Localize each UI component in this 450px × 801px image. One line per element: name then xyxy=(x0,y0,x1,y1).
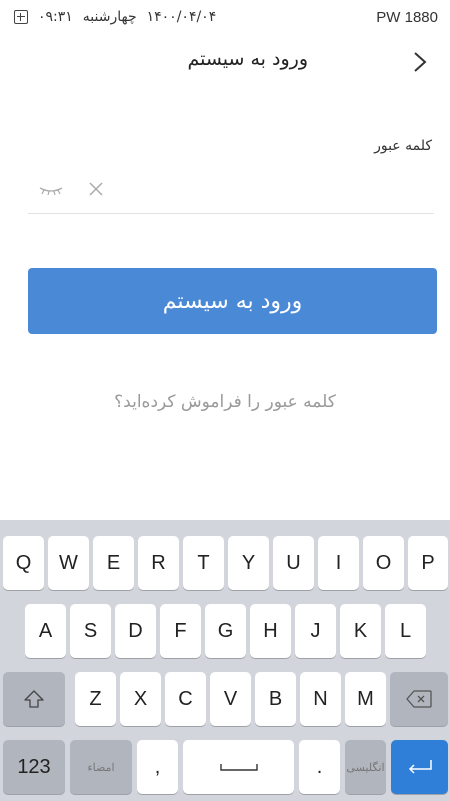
comma-key[interactable]: , xyxy=(137,740,178,794)
status-bar: ۰۹:۳۱ چهارشنبه ۱۴۰۰/۰۴/۰۴ PW 1880 xyxy=(0,0,450,32)
status-date: ۱۴۰۰/۰۴/۰۴ xyxy=(146,9,217,25)
space-key[interactable] xyxy=(183,740,294,794)
key-a[interactable]: A xyxy=(25,604,66,658)
space-icon xyxy=(219,764,258,771)
key-s[interactable]: S xyxy=(70,604,111,658)
forgot-password-link[interactable]: کلمه عبور را فراموش کرده‌اید؟ xyxy=(0,392,450,412)
key-b[interactable]: B xyxy=(255,672,296,726)
backspace-icon xyxy=(406,690,432,708)
keyboard-row-2: A S D F G H J K L xyxy=(0,604,450,658)
language-key-label: انگلیسی xyxy=(346,761,385,774)
key-n[interactable]: N xyxy=(300,672,341,726)
language-key[interactable]: انگلیسی xyxy=(345,740,386,794)
sim-card-icon xyxy=(14,10,28,24)
key-z[interactable]: Z xyxy=(75,672,116,726)
key-f[interactable]: F xyxy=(160,604,201,658)
shift-key[interactable] xyxy=(3,672,65,726)
toggle-visibility-icon[interactable] xyxy=(38,182,64,201)
key-j[interactable]: J xyxy=(295,604,336,658)
page-title: ورود به سیستم xyxy=(187,48,308,70)
numbers-key-label: 123 xyxy=(17,755,51,778)
key-i[interactable]: I xyxy=(318,536,359,590)
signature-key[interactable]: امضاء xyxy=(70,740,132,794)
key-t[interactable]: T xyxy=(183,536,224,590)
key-e[interactable]: E xyxy=(93,536,134,590)
header: ورود به سیستم xyxy=(0,36,450,86)
password-field xyxy=(28,168,434,214)
key-r[interactable]: R xyxy=(138,536,179,590)
enter-icon xyxy=(408,760,432,774)
status-time: ۰۹:۳۱ xyxy=(38,9,73,25)
key-w[interactable]: W xyxy=(48,536,89,590)
keyboard-row-4: 123 امضاء , . انگلیسی xyxy=(0,740,450,794)
clear-input-icon[interactable] xyxy=(86,179,106,203)
enter-key[interactable] xyxy=(391,740,448,794)
key-p[interactable]: P xyxy=(408,536,448,590)
login-button[interactable]: ورود به سیستم xyxy=(28,268,437,334)
key-k[interactable]: K xyxy=(340,604,381,658)
signature-key-label: امضاء xyxy=(87,761,115,774)
key-y[interactable]: Y xyxy=(228,536,269,590)
close-icon xyxy=(89,182,103,196)
key-l[interactable]: L xyxy=(385,604,426,658)
key-m[interactable]: M xyxy=(345,672,386,726)
shift-icon xyxy=(24,690,44,708)
backspace-key[interactable] xyxy=(390,672,448,726)
key-q[interactable]: Q xyxy=(3,536,44,590)
chevron-right-icon xyxy=(414,52,427,72)
key-v[interactable]: V xyxy=(210,672,251,726)
password-input[interactable] xyxy=(118,176,418,206)
device-name: PW 1880 xyxy=(376,9,438,26)
key-u[interactable]: U xyxy=(273,536,314,590)
password-label: کلمه عبور xyxy=(374,138,432,154)
status-left: ۰۹:۳۱ چهارشنبه ۱۴۰۰/۰۴/۰۴ xyxy=(14,9,216,25)
back-button[interactable] xyxy=(406,48,434,76)
key-c[interactable]: C xyxy=(165,672,206,726)
keyboard-row-3: Z X C V B N M xyxy=(0,672,450,726)
period-key[interactable]: . xyxy=(299,740,340,794)
keyboard: Q W E R T Y U I O P A S D F G H J K L Z … xyxy=(0,520,450,801)
numbers-key[interactable]: 123 xyxy=(3,740,65,794)
key-g[interactable]: G xyxy=(205,604,246,658)
status-day: چهارشنبه xyxy=(82,9,137,25)
key-o[interactable]: O xyxy=(363,536,404,590)
key-d[interactable]: D xyxy=(115,604,156,658)
eye-closed-icon xyxy=(39,187,63,196)
key-h[interactable]: H xyxy=(250,604,291,658)
key-x[interactable]: X xyxy=(120,672,161,726)
keyboard-row-1: Q W E R T Y U I O P xyxy=(0,536,450,590)
